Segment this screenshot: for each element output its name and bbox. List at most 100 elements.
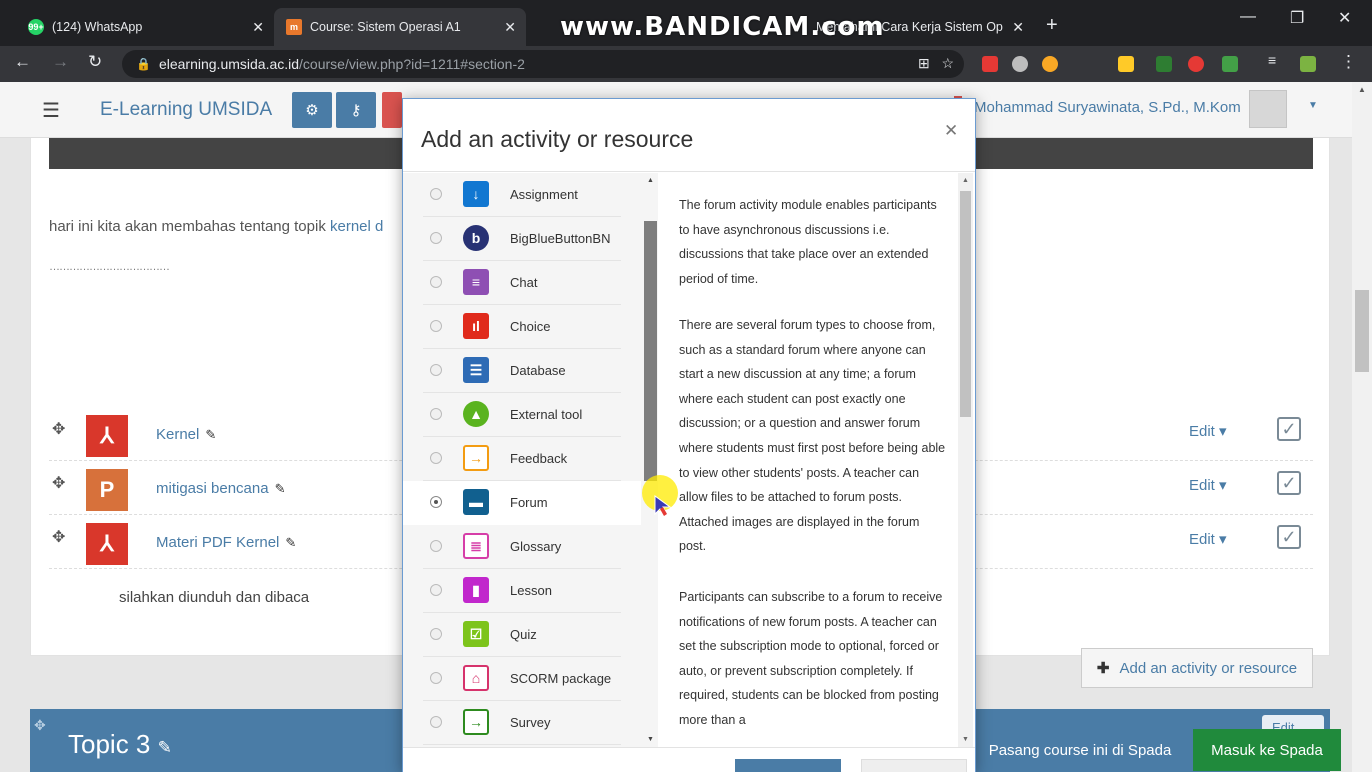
hamburger-menu-icon[interactable]: ☰ (42, 98, 60, 123)
option-forum[interactable]: ▬ Forum (403, 481, 641, 525)
radio-button[interactable] (430, 628, 442, 640)
close-tab-icon[interactable]: ✕ (1012, 19, 1024, 36)
radio-button[interactable] (430, 496, 442, 508)
pencil-icon[interactable]: ✎ (158, 738, 172, 757)
radio-button[interactable] (430, 672, 442, 684)
back-icon[interactable]: ← (14, 52, 31, 72)
scroll-down-icon[interactable]: ▼ (647, 736, 654, 743)
activity-name: Kernel (156, 426, 200, 443)
chevron-down-icon[interactable]: ▼ (1308, 100, 1318, 111)
activity-link[interactable]: Materi PDF Kernel ✎ (156, 534, 296, 551)
option-lesson[interactable]: ▮ Lesson (403, 569, 641, 613)
key-icon[interactable]: ⚷ (336, 92, 376, 128)
masuk-spada-button[interactable]: Masuk ke Spada (1193, 729, 1341, 771)
pasang-spada-button[interactable]: Pasang course ini di Spada (975, 729, 1185, 771)
move-icon[interactable]: ✥ (52, 527, 65, 547)
forward-icon[interactable]: → (52, 52, 69, 72)
reload-icon[interactable]: ↻ (88, 52, 102, 72)
media-control-icon[interactable]: ≡ (1268, 52, 1276, 68)
radio-button[interactable] (430, 232, 442, 244)
close-tab-icon[interactable]: ✕ (252, 19, 264, 36)
completion-checkbox[interactable]: ✓ (1277, 417, 1301, 441)
option-quiz[interactable]: ☑ Quiz (403, 613, 641, 657)
move-icon[interactable]: ✥ (52, 473, 65, 493)
extension-icon[interactable] (1300, 56, 1316, 72)
radio-button[interactable] (430, 584, 442, 596)
scroll-up-icon[interactable]: ▲ (647, 177, 654, 184)
option-assignment[interactable]: ↓ Assignment (403, 173, 641, 217)
translate-and-bookmark-icons[interactable]: ⊞ ☆ (918, 55, 954, 72)
move-icon[interactable]: ✥ (34, 717, 46, 734)
radio-button[interactable] (430, 408, 442, 420)
scroll-thumb[interactable] (644, 221, 657, 481)
close-window-icon[interactable]: ✕ (1338, 8, 1351, 28)
extension-icon[interactable] (1188, 56, 1204, 72)
help-scrollbar[interactable]: ▲ ▼ (958, 173, 973, 747)
summary-link[interactable]: kernel d (330, 218, 383, 235)
tab-whatsapp[interactable]: 99+ (124) WhatsApp ✕ (16, 8, 274, 46)
option-survey[interactable]: → Survey (403, 701, 641, 745)
extension-icon[interactable] (1222, 56, 1238, 72)
edit-menu[interactable]: Edit ▾ (1189, 476, 1227, 494)
option-list-scrollbar[interactable]: ▲ ▼ (643, 173, 658, 747)
add-button[interactable] (735, 759, 841, 772)
completion-checkbox[interactable]: ✓ (1277, 525, 1301, 549)
close-tab-icon[interactable]: ✕ (504, 19, 516, 36)
tab-title: (124) WhatsApp (52, 20, 143, 34)
scroll-thumb[interactable] (960, 191, 971, 417)
activity-link[interactable]: Kernel ✎ (156, 426, 216, 443)
activity-link[interactable]: mitigasi bencana ✎ (156, 480, 285, 497)
add-activity-button[interactable]: ✚ Add an activity or resource (1081, 648, 1313, 688)
scroll-up-icon[interactable]: ▲ (1358, 85, 1366, 94)
extension-icon[interactable] (1012, 56, 1028, 72)
extension-icon[interactable] (1118, 56, 1134, 72)
scorm-icon: ⌂ (463, 665, 489, 691)
radio-button[interactable] (430, 364, 442, 376)
pencil-icon[interactable]: ✎ (205, 427, 216, 442)
minimize-icon[interactable]: — (1240, 8, 1256, 26)
option-choice[interactable]: ıl Choice (403, 305, 641, 349)
extension-icon[interactable] (982, 56, 998, 72)
site-brand[interactable]: E-Learning UMSIDA (100, 99, 272, 121)
tab-course[interactable]: m Course: Sistem Operasi A1 ✕ (274, 8, 526, 46)
edit-menu[interactable]: Edit ▾ (1189, 530, 1227, 548)
new-tab-icon[interactable]: + (1046, 14, 1058, 37)
edit-menu[interactable]: Edit ▾ (1189, 422, 1227, 440)
action-button-icon[interactable] (382, 92, 402, 128)
scroll-up-icon[interactable]: ▲ (962, 177, 969, 184)
completion-checkbox[interactable]: ✓ (1277, 471, 1301, 495)
radio-button[interactable] (430, 188, 442, 200)
edit-label: Edit (1189, 423, 1215, 440)
page-scrollbar[interactable]: ▲ (1352, 82, 1372, 772)
extension-icon[interactable] (1156, 56, 1172, 72)
extension-icon[interactable] (1042, 56, 1058, 72)
close-icon[interactable]: ✕ (944, 121, 958, 141)
user-name[interactable]: Mohammad Suryawinata, S.Pd., M.Kom (974, 99, 1241, 116)
scroll-down-icon[interactable]: ▼ (962, 736, 969, 743)
pencil-icon[interactable]: ✎ (275, 481, 286, 496)
option-feedback[interactable]: → Feedback (403, 437, 641, 481)
topic-title[interactable]: Topic 3 ✎ (68, 729, 172, 760)
option-label: Assignment (510, 187, 578, 202)
settings-cogs-icon[interactable]: ⚙ (292, 92, 332, 128)
option-scorm[interactable]: ⌂ SCORM package (403, 657, 641, 701)
address-bar[interactable]: 🔒 elearning.umsida.ac.id /course/view.ph… (122, 50, 964, 78)
restore-icon[interactable]: ❐ (1290, 8, 1304, 28)
radio-button[interactable] (430, 276, 442, 288)
radio-button[interactable] (430, 540, 442, 552)
cancel-button[interactable] (861, 759, 967, 772)
add-activity-label: Add an activity or resource (1119, 659, 1298, 677)
scroll-thumb[interactable] (1355, 290, 1369, 372)
option-database[interactable]: ☰ Database (403, 349, 641, 393)
radio-button[interactable] (430, 452, 442, 464)
menu-icon[interactable]: ⋮ (1340, 52, 1357, 72)
option-chat[interactable]: ≡ Chat (403, 261, 641, 305)
radio-button[interactable] (430, 716, 442, 728)
option-glossary[interactable]: ≣ Glossary (403, 525, 641, 569)
option-external-tool[interactable]: ▲ External tool (403, 393, 641, 437)
radio-button[interactable] (430, 320, 442, 332)
move-icon[interactable]: ✥ (52, 419, 65, 439)
option-bigbluebutton[interactable]: b BigBlueButtonBN (403, 217, 641, 261)
avatar[interactable] (1249, 90, 1287, 128)
pencil-icon[interactable]: ✎ (285, 535, 296, 550)
